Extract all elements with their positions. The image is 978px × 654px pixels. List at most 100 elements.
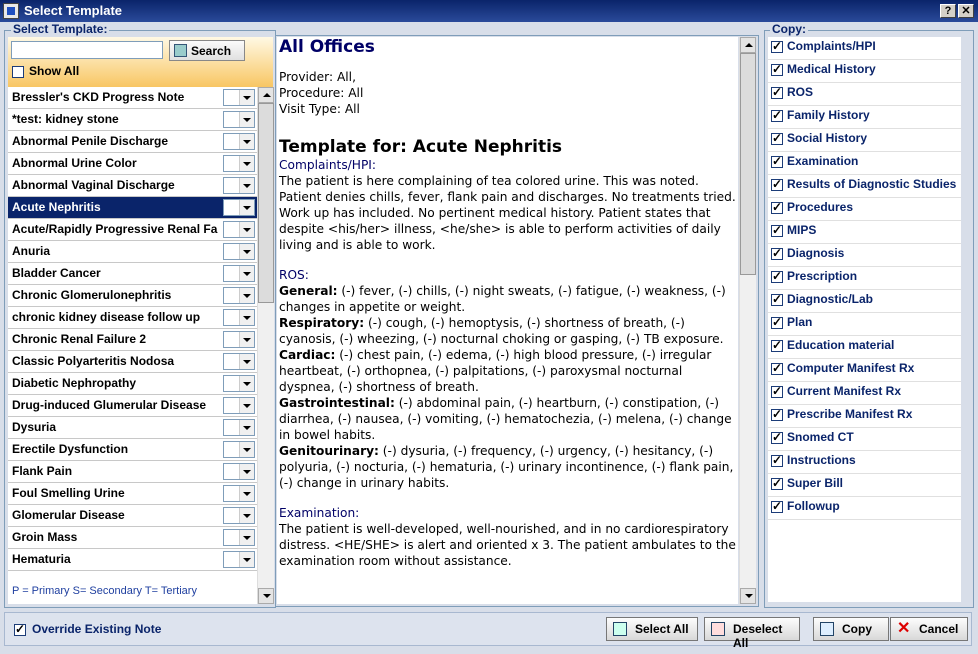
scroll-down-icon[interactable] (258, 588, 274, 604)
template-list-item[interactable]: Anuria (8, 241, 257, 263)
cancel-button[interactable]: ✕ Cancel (890, 617, 968, 641)
copy-item-checkbox[interactable] (771, 154, 783, 168)
copy-item-checkbox[interactable] (771, 62, 783, 76)
copy-item-checkbox[interactable] (771, 407, 783, 421)
template-list-item[interactable]: Abnormal Vaginal Discharge (8, 175, 257, 197)
help-button[interactable]: ? (940, 4, 956, 18)
priority-dropdown[interactable] (223, 397, 255, 414)
preview-scroll-up-icon[interactable] (740, 37, 756, 53)
priority-dropdown[interactable] (223, 331, 255, 348)
preview-scrollbar[interactable] (739, 37, 756, 604)
template-list-item[interactable]: Groin Mass (8, 527, 257, 549)
template-list-item[interactable]: Drug-induced Glumerular Disease (8, 395, 257, 417)
template-list-item[interactable]: Abnormal Urine Color (8, 153, 257, 175)
priority-dropdown[interactable] (223, 463, 255, 480)
copy-item-checkbox[interactable] (771, 499, 783, 513)
priority-dropdown[interactable] (223, 111, 255, 128)
override-check-box[interactable] (14, 622, 26, 636)
priority-dropdown[interactable] (223, 199, 255, 216)
copy-item-checkbox[interactable] (771, 223, 783, 237)
template-list-item[interactable]: Hematuria (8, 549, 257, 571)
priority-dropdown[interactable] (223, 529, 255, 546)
copy-item[interactable]: Diagnostic/Lab (768, 290, 961, 313)
copy-item[interactable]: Instructions (768, 451, 961, 474)
copy-item-checkbox[interactable] (771, 108, 783, 122)
copy-item-checkbox[interactable] (771, 430, 783, 444)
template-list-item[interactable]: Erectile Dysfunction (8, 439, 257, 461)
override-existing-note-checkbox[interactable]: Override Existing Note (14, 622, 161, 636)
copy-item[interactable]: Examination (768, 152, 961, 175)
preview-scroll-thumb[interactable] (740, 53, 756, 275)
template-list-item[interactable]: Chronic Glomerulonephritis (8, 285, 257, 307)
copy-item[interactable]: Prescribe Manifest Rx (768, 405, 961, 428)
template-list-item[interactable]: Glomerular Disease (8, 505, 257, 527)
copy-item[interactable]: Current Manifest Rx (768, 382, 961, 405)
copy-item[interactable]: Social History (768, 129, 961, 152)
priority-dropdown[interactable] (223, 375, 255, 392)
copy-item[interactable]: Family History (768, 106, 961, 129)
copy-item[interactable]: Computer Manifest Rx (768, 359, 961, 382)
priority-dropdown[interactable] (223, 441, 255, 458)
copy-item[interactable]: Plan (768, 313, 961, 336)
priority-dropdown[interactable] (223, 133, 255, 150)
priority-dropdown[interactable] (223, 265, 255, 282)
template-list-item[interactable]: Diabetic Nephropathy (8, 373, 257, 395)
copy-item[interactable]: Followup (768, 497, 961, 520)
priority-dropdown[interactable] (223, 507, 255, 524)
template-list-item[interactable]: Bladder Cancer (8, 263, 257, 285)
select-all-button[interactable]: Select All (606, 617, 698, 641)
copy-item-checkbox[interactable] (771, 476, 783, 490)
copy-item-checkbox[interactable] (771, 177, 783, 191)
priority-dropdown[interactable] (223, 485, 255, 502)
copy-item-checkbox[interactable] (771, 269, 783, 283)
template-list-item[interactable]: Chronic Renal Failure 2 (8, 329, 257, 351)
scroll-thumb[interactable] (258, 103, 274, 303)
search-button[interactable]: Search (169, 40, 245, 61)
priority-dropdown[interactable] (223, 155, 255, 172)
copy-item-checkbox[interactable] (771, 200, 783, 214)
copy-item[interactable]: ROS (768, 83, 961, 106)
copy-item-checkbox[interactable] (771, 315, 783, 329)
template-list-item[interactable]: *test: kidney stone (8, 109, 257, 131)
template-list-item[interactable]: Acute Nephritis (8, 197, 257, 219)
copy-item[interactable]: Super Bill (768, 474, 961, 497)
template-list-item[interactable]: Flank Pain (8, 461, 257, 483)
priority-dropdown[interactable] (223, 551, 255, 568)
priority-dropdown[interactable] (223, 243, 255, 260)
copy-item-checkbox[interactable] (771, 453, 783, 467)
copy-item[interactable]: Procedures (768, 198, 961, 221)
copy-item-checkbox[interactable] (771, 338, 783, 352)
copy-item[interactable]: Snomed CT (768, 428, 961, 451)
priority-dropdown[interactable] (223, 221, 255, 238)
copy-item-checkbox[interactable] (771, 39, 783, 53)
priority-dropdown[interactable] (223, 89, 255, 106)
scroll-up-icon[interactable] (258, 87, 274, 103)
priority-dropdown[interactable] (223, 419, 255, 436)
search-input[interactable] (11, 41, 163, 59)
template-list-item[interactable]: Classic Polyarteritis Nodosa (8, 351, 257, 373)
deselect-all-button[interactable]: Deselect All (704, 617, 800, 650)
template-list-item[interactable]: Foul Smelling Urine (8, 483, 257, 505)
copy-item-checkbox[interactable] (771, 131, 783, 145)
template-list-item[interactable]: Bressler's CKD Progress Note (8, 87, 257, 109)
priority-dropdown[interactable] (223, 353, 255, 370)
priority-dropdown[interactable] (223, 287, 255, 304)
template-list-item[interactable]: Dysuria (8, 417, 257, 439)
template-list-item[interactable]: Abnormal Penile Discharge (8, 131, 257, 153)
copy-item-checkbox[interactable] (771, 384, 783, 398)
copy-item[interactable]: Diagnosis (768, 244, 961, 267)
template-list-scrollbar[interactable] (257, 87, 274, 604)
priority-dropdown[interactable] (223, 177, 255, 194)
show-all-check-box[interactable] (12, 65, 24, 78)
priority-dropdown[interactable] (223, 309, 255, 326)
template-list-item[interactable]: Acute/Rapidly Progressive Renal Fa (8, 219, 257, 241)
copy-item[interactable]: Results of Diagnostic Studies (768, 175, 961, 198)
copy-button[interactable]: Copy (813, 617, 889, 641)
copy-item[interactable]: Complaints/HPI (768, 37, 961, 60)
copy-item[interactable]: Prescription (768, 267, 961, 290)
preview-scroll-down-icon[interactable] (740, 588, 756, 604)
copy-item-checkbox[interactable] (771, 85, 783, 99)
copy-item-checkbox[interactable] (771, 246, 783, 260)
copy-item[interactable]: MIPS (768, 221, 961, 244)
copy-item[interactable]: Education material (768, 336, 961, 359)
